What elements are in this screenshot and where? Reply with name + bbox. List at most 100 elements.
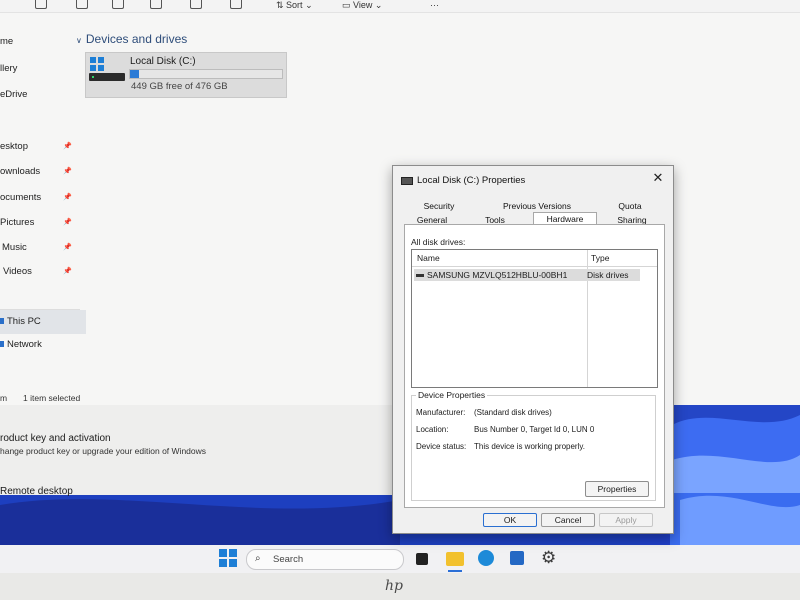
status-item-count: m — [0, 393, 8, 403]
column-header-name[interactable]: Name — [417, 253, 440, 263]
disk-type-cell: Disk drives — [587, 270, 629, 280]
pin-icon[interactable]: 📌 — [63, 213, 72, 233]
sort-icon: ⇅ — [276, 0, 287, 10]
all-disk-drives-label: All disk drives: — [411, 237, 466, 247]
manufacturer-value: (Standard disk drives) — [474, 408, 552, 417]
nav-item-videos[interactable]: Videos 📌 — [0, 262, 86, 282]
taskbar-search[interactable]: ⌕ Search — [246, 549, 404, 570]
nav-item-network[interactable]: Network — [0, 335, 86, 355]
disk-properties-dialog: Local Disk (C:) Properties ✕ Security Pr… — [392, 165, 674, 534]
device-properties-group: Device Properties Manufacturer: (Standar… — [411, 390, 656, 501]
nav-item-desktop[interactable]: esktop 📌 — [0, 137, 86, 157]
computer-icon — [0, 318, 4, 325]
apply-button[interactable]: Apply — [599, 513, 653, 527]
nav-item-label: eDrive — [0, 89, 28, 100]
cancel-button[interactable]: Cancel — [541, 513, 595, 527]
tab-security[interactable]: Security — [419, 200, 459, 212]
disk-drive-icon — [416, 274, 424, 278]
search-icon: ⌕ — [255, 553, 261, 564]
nav-item-label: me — [0, 36, 14, 47]
tab-previous-versions[interactable]: Previous Versions — [497, 200, 577, 212]
drive-usage-bar — [129, 69, 283, 79]
pin-icon[interactable]: 📌 — [63, 188, 72, 208]
navigation-pane: me llery eDrive esktop 📌 ownloads 📌 ocumen… — [0, 12, 86, 392]
drive-free-space: 449 GB free of 476 GB — [131, 81, 228, 92]
view-button[interactable]: ▭ View ⌄ — [342, 0, 382, 10]
pin-icon[interactable]: 📌 — [63, 137, 72, 157]
sort-label: Sort — [286, 0, 303, 10]
file-explorer-icon[interactable] — [446, 552, 464, 566]
edge-icon[interactable] — [478, 550, 494, 566]
hardware-tab-panel: All disk drives: Name Type SAMSUNG MZVLQ… — [404, 224, 665, 508]
nav-item-music[interactable]: Music 📌 — [0, 238, 86, 258]
close-icon[interactable]: ✕ — [649, 169, 667, 187]
hp-logo-icon: hp — [385, 578, 403, 594]
disk-drives-list[interactable]: Name Type SAMSUNG MZVLQ512HBLU-00BH1 Dis… — [411, 249, 658, 388]
rename-icon[interactable] — [190, 0, 202, 9]
properties-button[interactable]: Properties — [585, 481, 649, 497]
manufacturer-label: Manufacturer: — [416, 408, 466, 417]
product-key-subtitle: hange product key or upgrade your editio… — [0, 446, 207, 456]
nav-item-label: ocuments — [0, 192, 42, 203]
network-icon — [0, 341, 4, 348]
view-icon: ▭ — [342, 0, 354, 10]
copy-icon[interactable] — [112, 0, 124, 9]
nav-item-this-pc[interactable]: This PC — [0, 310, 86, 334]
device-status-label: Device status: — [416, 442, 467, 451]
pin-icon[interactable]: 📌 — [63, 238, 72, 258]
task-view-icon[interactable] — [416, 553, 428, 565]
nav-item-label: Videos — [3, 266, 32, 277]
nav-item-documents[interactable]: ocuments 📌 — [0, 188, 86, 208]
drive-usage-fill — [130, 70, 139, 78]
pin-icon[interactable]: 📌 — [63, 162, 72, 182]
header-divider — [412, 266, 657, 267]
column-header-type[interactable]: Type — [591, 253, 609, 263]
nav-item-label: Network — [7, 339, 42, 350]
ok-button[interactable]: OK — [483, 513, 537, 527]
nav-item-gallery[interactable]: llery — [0, 59, 86, 79]
nav-item-downloads[interactable]: ownloads 📌 — [0, 162, 86, 182]
nav-item-pictures[interactable]: Pictures 📌 — [0, 213, 86, 233]
nav-item-label: This PC — [7, 316, 41, 327]
windows-logo-icon — [90, 57, 104, 71]
device-properties-legend: Device Properties — [416, 390, 488, 400]
nav-item-label: esktop — [0, 141, 28, 152]
search-placeholder: Search — [273, 554, 304, 565]
location-value: Bus Number 0, Target Id 0, LUN 0 — [474, 425, 595, 434]
tab-quota[interactable]: Quota — [611, 200, 649, 212]
remote-desktop-title[interactable]: Remote desktop — [0, 486, 73, 497]
drive-icon — [401, 177, 413, 185]
sort-button[interactable]: ⇅ Sort ⌄ — [276, 0, 313, 10]
devices-drives-header[interactable]: ∨ Devices and drives — [76, 32, 187, 46]
store-icon[interactable] — [510, 551, 524, 565]
product-key-title[interactable]: roduct key and activation — [0, 433, 111, 444]
settings-gear-icon[interactable]: ⚙ — [541, 549, 559, 567]
nav-item-onedrive[interactable]: eDrive — [0, 85, 86, 105]
monitor-bezel: hp — [0, 573, 800, 600]
new-icon[interactable] — [35, 0, 47, 9]
section-header-label: Devices and drives — [85, 32, 188, 46]
chevron-down-icon: ⌄ — [305, 0, 313, 10]
nav-item-label: llery — [0, 63, 18, 74]
nav-item-label: Pictures — [0, 217, 35, 228]
command-bar: ⇅ Sort ⌄ ▭ View ⌄ ··· — [0, 0, 800, 13]
paste-icon[interactable] — [150, 0, 162, 9]
local-disk-c-tile[interactable]: Local Disk (C:) 449 GB free of 476 GB — [85, 52, 287, 98]
pin-icon[interactable]: 📌 — [63, 262, 72, 282]
nav-item-home[interactable]: me — [0, 32, 86, 52]
nav-item-label: ownloads — [0, 166, 41, 177]
more-options-icon[interactable]: ··· — [430, 0, 439, 10]
table-row[interactable]: SAMSUNG MZVLQ512HBLU-00BH1 Disk drives — [414, 269, 640, 281]
chevron-down-icon: ⌄ — [374, 0, 383, 10]
active-app-indicator — [448, 570, 462, 572]
start-icon[interactable] — [219, 549, 237, 567]
chevron-down-icon: ∨ — [76, 36, 82, 45]
dialog-title: Local Disk (C:) Properties — [417, 175, 526, 186]
drive-icon — [89, 73, 125, 81]
device-status-value: This device is working properly. — [474, 442, 586, 451]
taskbar: ⌕ Search ⚙ — [0, 545, 800, 573]
nav-item-label: Music — [2, 242, 27, 253]
view-label: View — [353, 0, 373, 10]
delete-icon[interactable] — [230, 0, 242, 9]
cut-icon[interactable] — [76, 0, 88, 9]
